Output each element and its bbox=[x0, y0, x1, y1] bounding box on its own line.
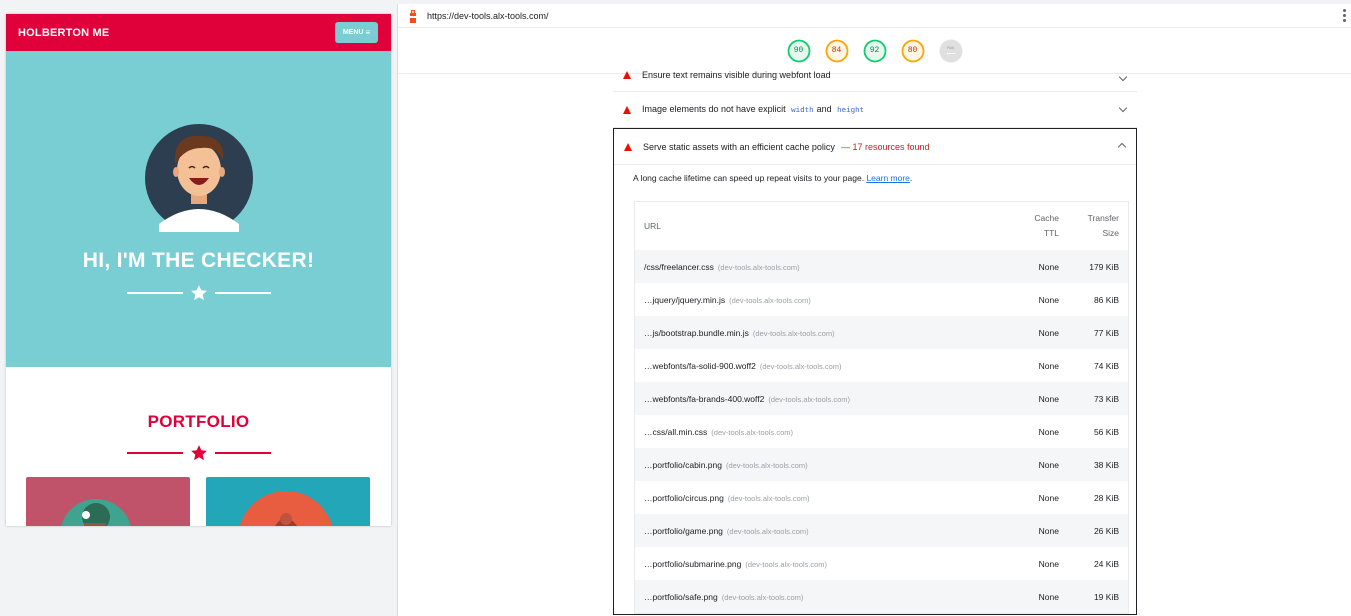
table-row: …css/all.min.css (dev-tools.alx-tools.com… bbox=[644, 426, 1119, 437]
report-url[interactable]: https://dev-tools.alx-tools.com/ bbox=[427, 11, 549, 21]
portfolio-item-cabin[interactable] bbox=[26, 477, 190, 526]
cabin-image bbox=[61, 499, 131, 526]
col-transfer-size: Transfer Size bbox=[1087, 213, 1119, 238]
circus-image bbox=[239, 491, 333, 526]
audit-cache-description: A long cache lifetime can speed up repea… bbox=[633, 173, 913, 183]
col-url: URL bbox=[644, 221, 662, 231]
cache-table: URL Cache TTL Transfer Size /css/freelan… bbox=[634, 201, 1129, 614]
table-header: URL Cache TTL Transfer Size bbox=[635, 202, 1128, 250]
hamburger-icon: ≡ bbox=[365, 28, 371, 37]
resources-found: — 17 resources found bbox=[840, 141, 930, 152]
table-row: …js/bootstrap.bundle.min.js (dev-tools.al… bbox=[635, 316, 1128, 349]
table-row: …portfolio/circus.png (dev-tools.alx-tool… bbox=[644, 492, 1119, 503]
more-options-icon[interactable] bbox=[1343, 9, 1347, 22]
audit-list: Ensure text remains visible during webfo… bbox=[613, 70, 1137, 615]
score-gauges: 90 84 92 80 PWA bbox=[398, 28, 1351, 74]
audit-image-dimensions[interactable]: Image elements do not have explicit widt… bbox=[613, 92, 1137, 128]
col-cache-ttl: Cache TTL bbox=[1034, 213, 1059, 238]
lighthouse-icon bbox=[410, 9, 416, 23]
audit-webfont[interactable]: Ensure text remains visible during webfo… bbox=[613, 70, 1137, 92]
avatar bbox=[145, 124, 253, 232]
score-accessibility: 84 bbox=[831, 46, 842, 55]
mobile-preview: HOLBERTON ME MENU ≡ HI, I'M THE CHECKER!… bbox=[6, 14, 391, 526]
audit-image-title: Image elements do not have explicit widt… bbox=[642, 104, 865, 115]
table-row: …portfolio/cabin.png (dev-tools.alx-tools… bbox=[635, 448, 1128, 481]
star-icon bbox=[190, 445, 207, 461]
score-performance: 90 bbox=[793, 46, 804, 55]
site-navbar: HOLBERTON ME MENU ≡ bbox=[6, 14, 391, 51]
pwa-label: PWA bbox=[946, 46, 955, 51]
hero-title: HI, I'M THE CHECKER! bbox=[82, 249, 315, 272]
table-row: …webfonts/fa-brands-400.woff2 (dev-tools.… bbox=[635, 382, 1128, 415]
hero-divider bbox=[6, 284, 391, 302]
menu-button[interactable]: MENU ≡ bbox=[335, 22, 378, 43]
table-row: …portfolio/submarine.png (dev-tools.alx-t… bbox=[644, 558, 1119, 569]
score-gauge-accessibility[interactable]: 84 bbox=[825, 39, 849, 63]
report-url-bar: https://dev-tools.alx-tools.com/ bbox=[398, 4, 1351, 28]
chevron-down-icon[interactable] bbox=[1118, 103, 1128, 113]
score-gauge-best-practices[interactable]: 92 bbox=[863, 39, 887, 63]
table-row: …portfolio/game.png (dev-tools.alx-tools.… bbox=[635, 514, 1128, 547]
learn-more-link[interactable]: Learn more bbox=[866, 173, 909, 183]
portfolio-item-circus[interactable] bbox=[206, 477, 370, 526]
site-brand[interactable]: HOLBERTON ME bbox=[18, 27, 109, 39]
table-row: …webfonts/fa-solid-900.woff2 (dev-tools.a… bbox=[644, 360, 1119, 371]
chevron-up-icon[interactable] bbox=[1117, 142, 1127, 152]
score-seo: 80 bbox=[907, 46, 918, 55]
audit-cache-policy: Serve static assets with an efficient ca… bbox=[613, 128, 1137, 615]
menu-label: MENU bbox=[342, 29, 364, 36]
audit-webfont-title: Ensure text remains visible during webfo… bbox=[642, 70, 831, 80]
lighthouse-panel: https://dev-tools.alx-tools.com/ 90 84 9… bbox=[397, 4, 1351, 616]
portfolio-title: PORTFOLIO bbox=[147, 412, 250, 431]
table-body: /css/freelancer.css (dev-tools.alx-tools.… bbox=[635, 250, 1128, 613]
audit-cache-header[interactable]: Serve static assets with an efficient ca… bbox=[614, 129, 1136, 165]
table-row: /css/freelancer.css (dev-tools.alx-tools.… bbox=[635, 250, 1128, 283]
score-gauge-pwa[interactable]: PWA bbox=[939, 39, 963, 63]
audit-cache-title: Serve static assets with an efficient ca… bbox=[643, 141, 835, 152]
score-best-practices: 92 bbox=[869, 46, 880, 55]
hero-section: HI, I'M THE CHECKER! bbox=[6, 51, 391, 367]
warning-icon bbox=[624, 142, 632, 151]
warning-icon bbox=[623, 105, 631, 114]
score-gauge-seo[interactable]: 80 bbox=[901, 39, 925, 63]
chevron-down-icon[interactable] bbox=[1118, 72, 1128, 82]
score-gauge-performance[interactable]: 90 bbox=[787, 39, 811, 63]
portfolio-divider bbox=[6, 444, 391, 462]
table-row: …portfolio/safe.png (dev-tools.alx-tools.… bbox=[635, 580, 1128, 613]
warning-icon bbox=[623, 71, 631, 79]
star-icon bbox=[190, 285, 207, 301]
table-row: …jquery/jquery.min.js (dev-tools.alx-tool… bbox=[644, 294, 1119, 305]
